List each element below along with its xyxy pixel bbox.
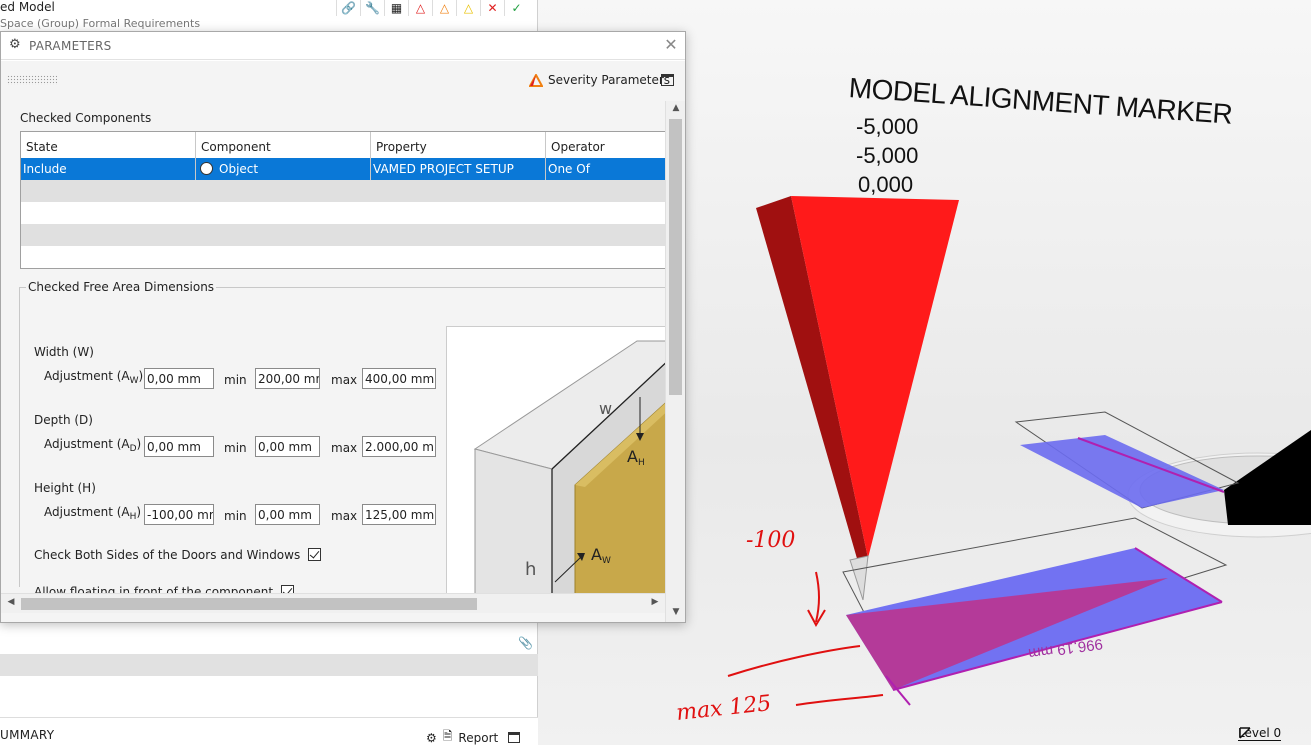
gear-icon: ⚙ [9,37,21,52]
summary-bar: UMMARY ⚙ 🗎 Report [0,717,538,745]
depth-label: Depth (D) [34,413,93,427]
width-max-label: max [331,373,358,387]
check-both-sides-row[interactable]: Check Both Sides of the Doors and Window… [34,548,322,562]
figure-aw-label: AW [591,545,611,566]
cell-operator: One Of [548,162,590,176]
drag-handle[interactable] [7,75,57,85]
error-x-icon[interactable]: ✕ [480,0,504,16]
depth-adjustment-input[interactable]: 0,00 mm [144,436,214,457]
table-icon[interactable]: ▦ [384,0,408,16]
height-max-label: max [331,509,358,523]
depth-max-label: max [331,441,358,455]
table-header: State Component Property Operator [21,132,665,158]
report-label: Report [458,730,499,745]
dialog-body: Severity Parameters Checked Components S… [1,61,685,622]
summary-label: UMMARY [0,728,55,742]
scroll-down-icon[interactable]: ▼ [670,607,682,619]
cell-component: Object [196,158,371,180]
table-row[interactable]: Include Object VAMED PROJECT SETUP One O… [21,158,665,180]
dialog-titlebar[interactable]: ⚙ PARAMETERS ✕ [1,32,685,60]
grey-list-row[interactable] [0,654,538,676]
coord-x: -5,000 [856,114,919,139]
depth-min-input[interactable]: 0,00 mm [255,436,320,457]
model-row[interactable]: ed Model 🔗 🔧 ▦ △ △ △ ✕ ✓ [0,0,538,16]
annotation-minus-100: -100 [746,528,796,553]
report-button[interactable]: ⚙ 🗎 Report [426,727,521,745]
width-max-input[interactable]: 400,00 mm [362,368,436,389]
check-both-sides-checkbox[interactable] [308,548,322,561]
depth-max-input[interactable]: 2.000,00 mm [362,436,436,457]
header-property[interactable]: Property [371,132,546,158]
severity-icon [529,73,543,87]
vertical-scrollbar[interactable]: ▲ ▼ [665,101,685,622]
warning-red-icon[interactable]: △ [408,0,432,16]
severity-label: Severity Parameters [548,73,671,87]
width-min-input[interactable]: 200,00 mm [255,368,320,389]
depth-min-label: min [224,441,247,455]
width-adjustment-input[interactable]: 0,00 mm [144,368,214,389]
coord-y: -5,000 [856,143,919,168]
table-row-empty[interactable] [21,202,665,224]
header-operator[interactable]: Operator [546,132,665,158]
height-max-input[interactable]: 125,00 mm [362,504,436,525]
scroll-left-icon[interactable]: ◀ [5,597,17,609]
warning-orange-icon[interactable]: △ [432,0,456,16]
figure-h-label: h [525,559,537,580]
requirements-title: Space (Group) Formal Requirements [0,17,201,30]
annotation-arrow [815,571,820,623]
warning-yellow-icon[interactable]: △ [456,0,480,16]
components-table: State Component Property Operator Includ… [20,131,665,269]
link-icon[interactable]: 🔗 [336,0,360,16]
scroll-up-icon[interactable]: ▲ [670,103,682,115]
dialog-title: PARAMETERS [29,39,112,53]
height-label: Height (H) [34,481,96,495]
requirements-row[interactable]: Space (Group) Formal Requirements [0,17,538,31]
cell-property: VAMED PROJECT SETUP [371,158,546,180]
header-component[interactable]: Component [196,132,371,158]
cell-state: Include [21,158,196,180]
header-state[interactable]: State [21,132,196,158]
level-label: Level 0 [1238,726,1282,741]
dialog-content: Checked Components State Component Prope… [1,101,665,593]
document-icon: 🗎 [442,729,453,743]
table-row-empty[interactable] [21,180,665,202]
width-label: Width (W) [34,345,94,359]
height-adjustment-input[interactable]: -100,00 mm [144,504,214,525]
depth-adjustment-label: Adjustment (AD) [44,437,142,454]
scroll-right-icon[interactable]: ▶ [649,597,661,609]
horizontal-scroll-thumb[interactable] [21,598,477,610]
attachment-icon[interactable]: 📎 [518,636,533,650]
allow-floating-row[interactable]: Allow floating in front of the component [34,585,295,593]
level-indicator[interactable]: Level 0 [1238,726,1282,741]
figure-ah-label: AH [627,447,645,468]
dimension-figure: w AH AW h [446,326,665,593]
width-adjustment-label: Adjustment (AW) [44,369,144,386]
height-min-input[interactable]: 0,00 mm [255,504,320,525]
wrench-icon[interactable]: 🔧 [360,0,384,16]
settings-icon[interactable]: ⚙ [426,731,437,745]
marker-tip [849,555,869,601]
close-button[interactable]: ✕ [663,36,679,54]
maximize-icon[interactable] [661,74,674,86]
annotation-line-1 [727,645,861,677]
figure-w-label: w [599,399,613,418]
allow-floating-checkbox[interactable] [281,585,295,593]
height-adjustment-label: Adjustment (AH) [44,505,142,522]
severity-parameters-button[interactable]: Severity Parameters [529,73,670,87]
horizontal-scrollbar[interactable]: ◀ ▶ [1,593,665,613]
width-min-label: min [224,373,247,387]
free-area-label: Checked Free Area Dimensions [26,280,217,294]
parameters-dialog: ⚙ PARAMETERS ✕ Severity Parameters Check… [0,31,686,623]
row-toolbar: 🔗 🔧 ▦ △ △ △ ✕ ✓ [336,0,528,16]
annotation-line-2 [795,694,884,706]
checked-components-label: Checked Components [20,111,152,125]
model-title: ed Model [0,0,55,14]
coord-z: 0,000 [858,172,914,197]
height-min-label: min [224,509,247,523]
radio-button[interactable] [200,162,213,175]
check-icon[interactable]: ✓ [504,0,528,16]
table-row-empty[interactable] [21,224,665,246]
maximize-icon[interactable] [508,732,521,743]
vertical-scroll-thumb[interactable] [669,119,682,395]
